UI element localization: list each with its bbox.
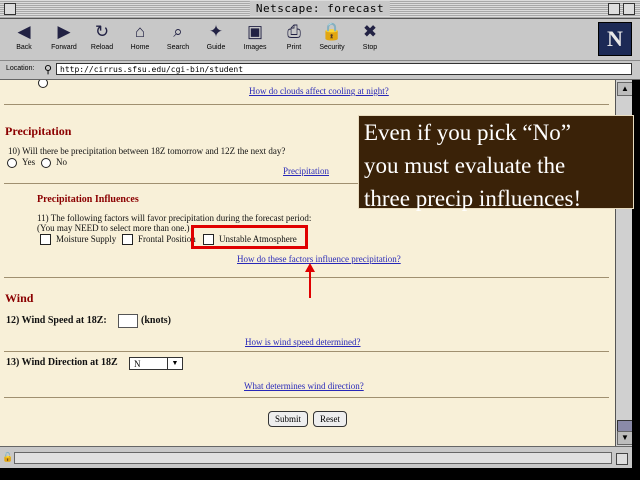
- netscape-logo[interactable]: N: [598, 22, 632, 56]
- moisture-supply-checkbox[interactable]: [40, 234, 51, 245]
- wind-direction-link[interactable]: What determines wind direction?: [244, 381, 364, 391]
- moisture-supply-label: Moisture Supply: [56, 234, 117, 244]
- page-proxy-icon[interactable]: ⚲: [44, 63, 52, 76]
- precip-yes-label: Yes: [22, 157, 36, 167]
- stop-button[interactable]: ✖ Stop: [352, 21, 388, 57]
- print-icon: ⎙: [287, 22, 301, 41]
- scroll-down-arrow-icon[interactable]: ▼: [617, 431, 633, 445]
- partial-radio[interactable]: [38, 80, 48, 88]
- window-title: Netscape: forecast: [249, 1, 391, 16]
- lock-icon: 🔒: [321, 22, 343, 41]
- forward-button[interactable]: ▶ Forward: [46, 21, 82, 57]
- url-field[interactable]: http://cirrus.sfsu.edu/cgi-bin/student: [56, 63, 632, 75]
- guide-button[interactable]: ✦ Guide: [198, 21, 234, 57]
- print-button[interactable]: ⎙ Print: [276, 21, 312, 57]
- forward-arrow-icon: ▶: [57, 22, 71, 41]
- reload-button[interactable]: ↻ Reload: [84, 21, 120, 57]
- title-bar[interactable]: Netscape: forecast: [0, 0, 640, 19]
- precip-no-label: No: [56, 157, 67, 167]
- red-arrow-icon: [305, 263, 315, 298]
- home-icon: ⌂: [134, 22, 146, 41]
- precipitation-link[interactable]: Precipitation: [283, 166, 329, 176]
- desktop-edge: [0, 468, 640, 480]
- home-button[interactable]: ⌂ Home: [122, 21, 158, 57]
- reset-button[interactable]: Reset: [313, 411, 347, 427]
- back-arrow-icon: ◀: [17, 22, 31, 41]
- precip-yes-radio[interactable]: [7, 158, 17, 168]
- wind-speed-link[interactable]: How is wind speed determined?: [245, 337, 360, 347]
- question-13: 13) Wind Direction at 18Z: [6, 357, 118, 368]
- location-bar: Location: ⚲ http://cirrus.sfsu.edu/cgi-b…: [0, 61, 640, 80]
- scroll-up-arrow-icon[interactable]: ▲: [617, 82, 633, 96]
- location-label: Location:: [6, 65, 35, 72]
- highlight-box: [191, 225, 308, 249]
- images-icon: ▣: [246, 22, 264, 41]
- precip-influences-heading: Precipitation Influences: [37, 194, 139, 205]
- submit-button[interactable]: Submit: [268, 411, 308, 427]
- search-icon: ⌕: [173, 22, 183, 41]
- divider: [4, 351, 609, 352]
- security-button[interactable]: 🔒 Security: [314, 21, 350, 57]
- security-status-icon[interactable]: 🔓: [2, 452, 13, 463]
- clouds-cooling-link[interactable]: How do clouds affect cooling at night?: [249, 86, 389, 96]
- precipitation-heading: Precipitation: [5, 124, 72, 138]
- zoom-box-icon[interactable]: [608, 3, 620, 15]
- reload-icon: ↻: [94, 22, 110, 41]
- question-11: 11) The following factors will favor pre…: [37, 213, 312, 223]
- close-box-icon[interactable]: [4, 3, 16, 15]
- frontal-position-checkbox[interactable]: [122, 234, 133, 245]
- frontal-position-label: Frontal Position: [138, 234, 196, 244]
- question-12: 12) Wind Speed at 18Z:: [6, 315, 107, 326]
- wind-direction-select[interactable]: N ▼: [129, 357, 183, 370]
- wind-speed-input[interactable]: [118, 314, 138, 328]
- precip-no-radio[interactable]: [41, 158, 51, 168]
- guide-icon: ✦: [208, 22, 224, 41]
- divider: [4, 104, 609, 105]
- stop-icon: ✖: [362, 22, 378, 41]
- horizontal-scrollbar[interactable]: [14, 452, 612, 464]
- images-button[interactable]: ▣ Images: [237, 21, 273, 57]
- question-11-note: (You may NEED to select more than one.): [37, 223, 190, 233]
- browser-window: Netscape: forecast ◀ Back ▶ Forward ↻ Reloa…: [0, 0, 640, 480]
- search-button[interactable]: ⌕ Search: [160, 21, 196, 57]
- divider: [4, 397, 609, 398]
- back-button[interactable]: ◀ Back: [6, 21, 42, 57]
- collapse-box-icon[interactable]: [623, 3, 635, 15]
- navigation-toolbar: ◀ Back ▶ Forward ↻ Reload ⌂ Home ⌕ Search ✦ Gu…: [0, 19, 640, 61]
- annotation-callout: Even if you pick “No” you must evaluate …: [358, 115, 634, 211]
- question-10: 10) Will there be precipitation between …: [8, 146, 286, 156]
- wind-heading: Wind: [5, 291, 34, 305]
- resize-grip-icon[interactable]: [616, 453, 628, 465]
- chevron-down-icon: ▼: [167, 358, 182, 369]
- status-bar: 🔓: [0, 446, 632, 469]
- influences-link[interactable]: How do these factors influence precipita…: [237, 254, 401, 264]
- knots-label: (knots): [141, 315, 172, 326]
